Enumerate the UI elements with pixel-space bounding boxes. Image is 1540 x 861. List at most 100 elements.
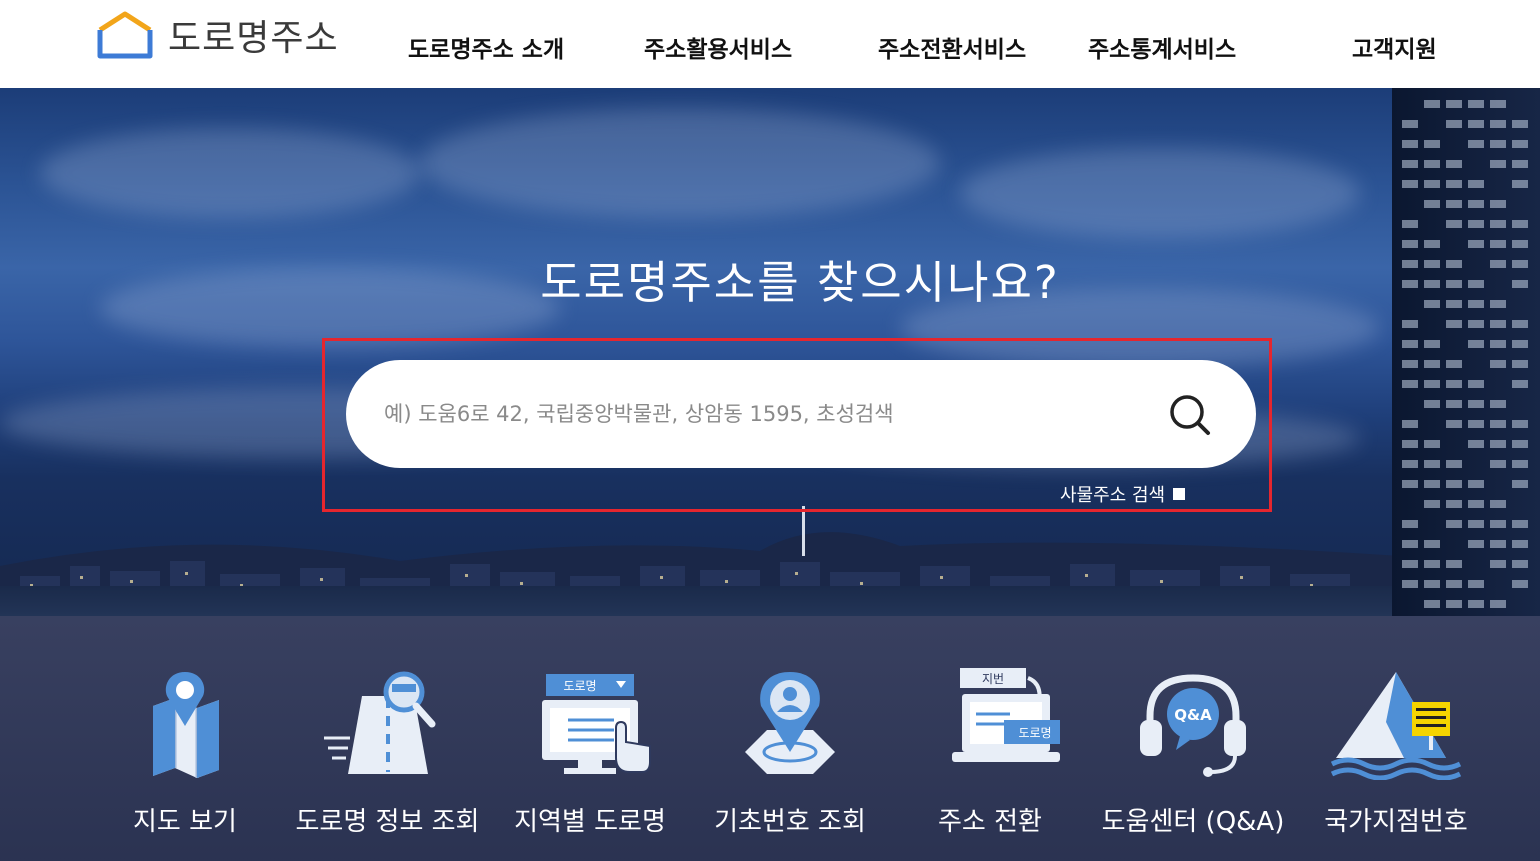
building-window	[1512, 520, 1528, 528]
service-regional-road[interactable]: 도로명 지역별 도로명	[500, 616, 680, 861]
building-window	[1402, 360, 1418, 368]
building-window	[1490, 320, 1506, 328]
region-road-icon: 도로명	[542, 674, 651, 774]
help-center-icon: Q&A	[1140, 674, 1246, 777]
building-window	[1512, 540, 1528, 548]
service-label: 주소 전환	[938, 807, 1042, 837]
building-window	[1446, 520, 1462, 528]
building-window	[1446, 480, 1462, 488]
building-window	[1424, 340, 1440, 348]
building-window	[1468, 580, 1484, 588]
building-window	[1424, 440, 1440, 448]
building-window	[1446, 100, 1462, 108]
nav-road-address-intro[interactable]: 도로명주소 소개	[408, 30, 564, 64]
building-window	[1490, 340, 1506, 348]
building-window	[1512, 480, 1528, 488]
building-window	[1446, 360, 1462, 368]
building-window	[1424, 140, 1440, 148]
building-window	[1490, 520, 1506, 528]
nav-address-statistics[interactable]: 주소통계서비스	[1088, 30, 1236, 64]
building-window	[1402, 140, 1418, 148]
building-window	[1402, 480, 1418, 488]
building-window	[1446, 400, 1462, 408]
service-help-center[interactable]: Q&A 도움센터 (Q&A)	[1100, 616, 1286, 861]
service-label: 도움센터 (Q&A)	[1101, 807, 1285, 837]
building-window	[1490, 500, 1506, 508]
cloud-decoration	[960, 148, 1360, 238]
building-window	[1402, 340, 1418, 348]
building-window	[1490, 120, 1506, 128]
building-window	[1424, 400, 1440, 408]
building-window	[1402, 120, 1418, 128]
site-header: 도로명주소 도로명주소 소개 주소활용서비스 주소전환서비스 주소통계서비스 고…	[0, 0, 1540, 88]
building-window	[1468, 500, 1484, 508]
building-window	[1402, 440, 1418, 448]
building-window	[1468, 140, 1484, 148]
nav-customer-support[interactable]: 고객지원	[1352, 30, 1437, 64]
building-window	[1402, 160, 1418, 168]
building-window	[1424, 600, 1440, 608]
building-window	[1490, 540, 1506, 548]
building-window	[1402, 420, 1418, 428]
building-window	[1468, 600, 1484, 608]
search-button[interactable]	[1168, 393, 1212, 437]
cloud-decoration	[40, 128, 420, 218]
building-window	[1468, 420, 1484, 428]
address-search-input[interactable]	[384, 360, 1144, 468]
building-window	[1402, 180, 1418, 188]
qa-text: Q&A	[1174, 706, 1212, 724]
national-point-icon	[1330, 672, 1462, 780]
service-label: 도로명 정보 조회	[295, 807, 480, 837]
building-window	[1512, 440, 1528, 448]
building-window	[1446, 200, 1462, 208]
building-window	[1424, 560, 1440, 568]
building-window	[1512, 160, 1528, 168]
building-window	[1424, 580, 1440, 588]
building-window	[1446, 460, 1462, 468]
thing-address-checkbox[interactable]	[1173, 488, 1186, 500]
thing-address-search-toggle[interactable]: 사물주소 검색	[1060, 481, 1186, 507]
thing-address-search-label: 사물주소 검색	[1060, 485, 1166, 506]
cloud-decoration	[420, 108, 940, 218]
house-logo-icon	[97, 11, 153, 59]
building-window	[1402, 380, 1418, 388]
building-window	[1512, 380, 1528, 388]
building-window	[1490, 100, 1506, 108]
building-window	[1512, 120, 1528, 128]
building-window	[1446, 120, 1462, 128]
building-window	[1468, 520, 1484, 528]
building-window	[1512, 340, 1528, 348]
service-address-convert[interactable]: 지번 도로명 주소 전환	[900, 616, 1080, 861]
building-window	[1490, 200, 1506, 208]
service-national-point[interactable]: 국가지점번호	[1306, 616, 1486, 861]
building-window	[1490, 440, 1506, 448]
building-window	[1512, 180, 1528, 188]
service-basic-number[interactable]: 기초번호 조회	[700, 616, 880, 861]
service-map-view[interactable]: 지도 보기	[95, 616, 275, 861]
building-window	[1512, 580, 1528, 588]
service-road-info[interactable]: 도로명 정보 조회	[290, 616, 485, 861]
nav-address-conversion[interactable]: 주소전환서비스	[878, 30, 1026, 64]
building-window	[1468, 200, 1484, 208]
building-image	[1392, 88, 1540, 616]
basic-number-icon	[745, 672, 835, 774]
building-window	[1468, 340, 1484, 348]
hero-title: 도로명주소를 찾으시나요?	[540, 256, 1060, 309]
service-label: 국가지점번호	[1324, 807, 1468, 837]
nav-address-services[interactable]: 주소활용서비스	[644, 30, 792, 64]
building-window	[1468, 220, 1484, 228]
building-window	[1512, 220, 1528, 228]
building-window	[1424, 180, 1440, 188]
doromyeong-text: 도로명	[1018, 726, 1051, 740]
road-badge-text: 도로명	[563, 679, 596, 693]
building-window	[1468, 540, 1484, 548]
building-window	[1490, 160, 1506, 168]
building-window	[1424, 380, 1440, 388]
building-window	[1446, 160, 1462, 168]
building-window	[1490, 560, 1506, 568]
building-window	[1446, 500, 1462, 508]
building-window	[1402, 580, 1418, 588]
building-window	[1446, 420, 1462, 428]
site-logo[interactable]: 도로명주소	[96, 10, 339, 60]
building-window	[1424, 100, 1440, 108]
